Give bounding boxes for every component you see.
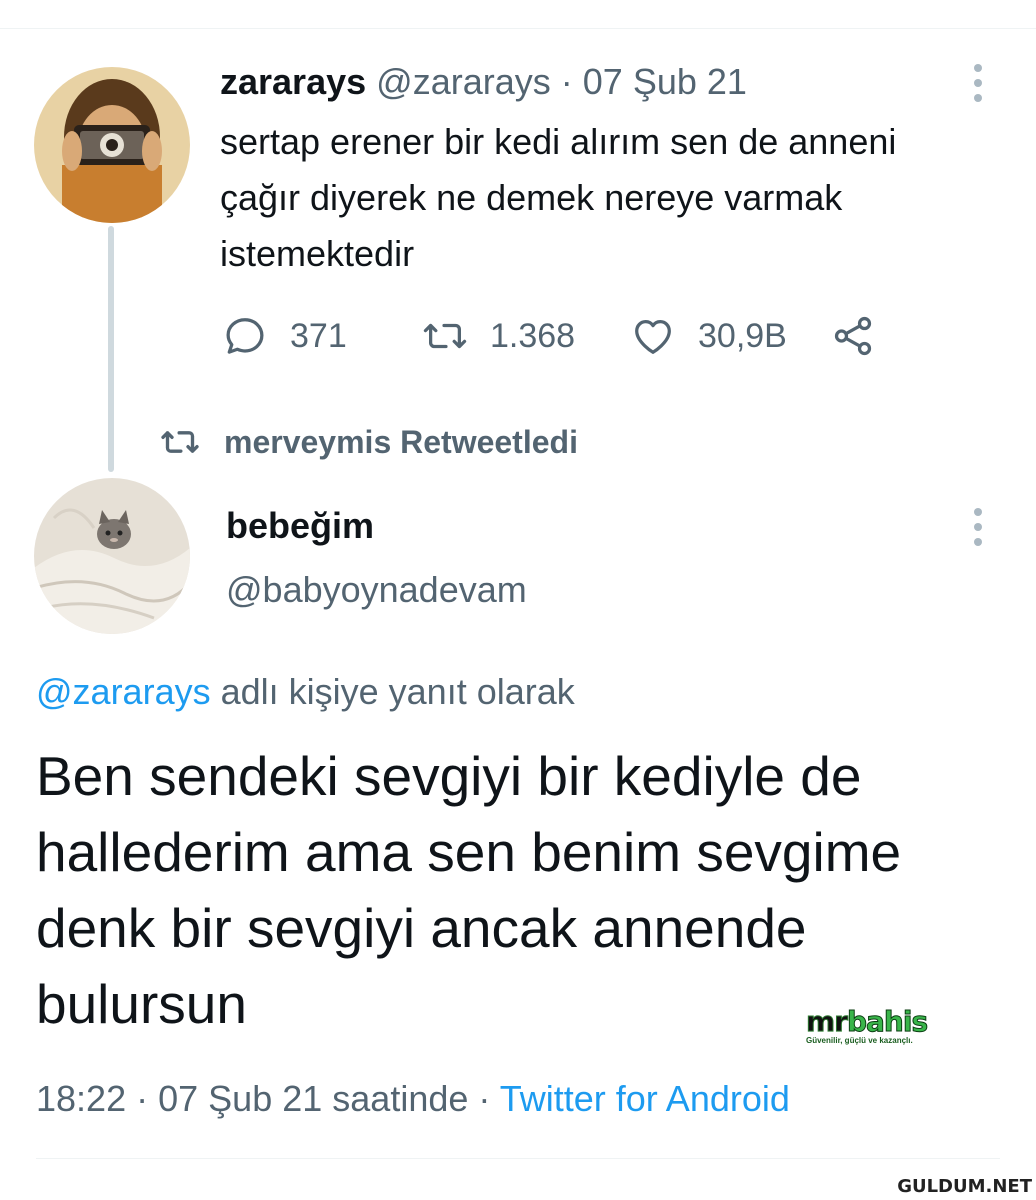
like-button[interactable]: 30,9B (630, 312, 787, 360)
tweet1-text: sertap erener bir kedi alırım sen de ann… (220, 121, 897, 274)
tweet2-time[interactable]: 18:22 (36, 1078, 126, 1119)
more-icon[interactable] (971, 508, 985, 546)
share-button[interactable] (830, 312, 876, 360)
tweet2-source-link[interactable]: Twitter for Android (500, 1078, 790, 1119)
tweet2-separator-2: · (478, 1078, 491, 1119)
tweet1-header: zararays @zararays · 07 Şub 21 (220, 60, 747, 104)
avatar-babyoynadevam[interactable] (34, 478, 190, 634)
tweet1-date[interactable]: 07 Şub 21 (583, 61, 747, 102)
more-icon[interactable] (971, 64, 985, 102)
retweet-button[interactable]: 1.368 (422, 312, 575, 360)
retweet-banner-text: merveymis Retweetledi (224, 423, 578, 460)
mrbahis-watermark: mrbahis Güvenilir, güçlü ve kazançlı. (806, 1005, 992, 1045)
mrbahis-logo: mrbahis (806, 1005, 929, 1038)
tweet1-actions: 371 1.368 30,9B (222, 312, 922, 360)
reply-button[interactable]: 371 (222, 312, 347, 360)
tweet2-display-name[interactable]: bebeğim (226, 504, 374, 548)
reply-icon (226, 318, 264, 354)
retweet-icon (161, 431, 199, 453)
tweet2-date[interactable]: 07 Şub 21 saatinde (158, 1078, 468, 1119)
replying-to: @zararays adlı kişiye yanıt olarak (36, 668, 575, 716)
guldum-watermark: GULDUM.NET (897, 1176, 1032, 1197)
retweet-banner[interactable]: merveymis Retweetledi (160, 420, 578, 464)
tweet1-handle[interactable]: @zararays (376, 61, 551, 102)
reply-to-handle-link[interactable]: @zararays (36, 671, 211, 712)
avatar-photo-kitten (34, 478, 190, 634)
tweet2-text: Ben sendeki sevgiyi bir kediyle de halle… (36, 745, 902, 1035)
share-icon (834, 316, 872, 356)
tweet2-meta: 18:22 · 07 Şub 21 saatinde · Twitter for… (36, 1074, 790, 1124)
retweet-icon (423, 323, 467, 349)
avatar-zararays[interactable] (34, 67, 190, 223)
like-icon (635, 319, 671, 354)
tweet1-separator: · (560, 61, 573, 102)
like-count: 30,9B (698, 316, 787, 355)
tweet2-handle[interactable]: @babyoynadevam (226, 568, 527, 612)
tweet2-separator-1: · (136, 1078, 149, 1119)
bottom-divider (36, 1158, 1000, 1159)
retweet-count: 1.368 (490, 316, 576, 355)
reply-count: 371 (290, 316, 347, 355)
thread-connector (108, 226, 114, 472)
tweet1-display-name[interactable]: zararays (220, 61, 366, 102)
mrbahis-tagline: Güvenilir, güçlü ve kazançlı. (806, 1036, 913, 1045)
reply-to-suffix: adlı kişiye yanıt olarak (210, 671, 575, 712)
avatar-photo-camera (34, 67, 190, 223)
top-divider (0, 28, 1036, 29)
